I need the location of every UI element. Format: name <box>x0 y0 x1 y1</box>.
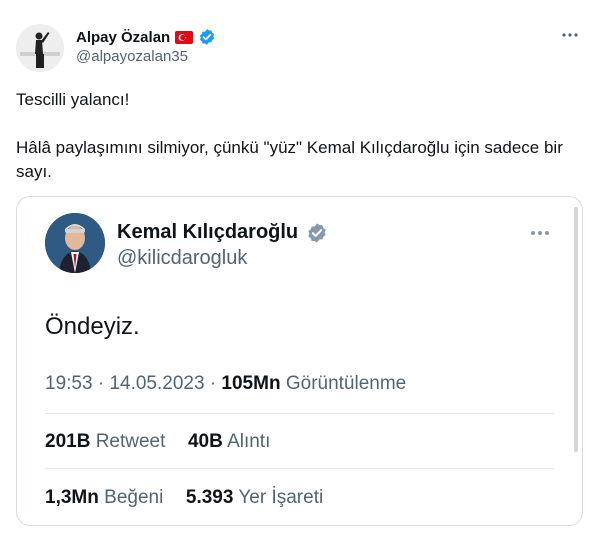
quoted-author-avatar <box>45 213 105 273</box>
quote-count: 40B <box>187 431 223 452</box>
bookmark-count: 5.393 <box>185 487 234 508</box>
quoted-author-handle: @kilicdarogluk <box>117 247 248 269</box>
author-handle[interactable]: @alpayozalan35 <box>76 48 188 65</box>
quoted-time: 19:53 <box>45 373 93 394</box>
verified-badge-icon <box>198 28 216 46</box>
views-count: 105Mn <box>221 373 281 394</box>
more-options-icon[interactable] <box>560 28 580 42</box>
divider <box>45 413 554 414</box>
tweet-text: Tescilli yalancı! Hâlâ paylaşımını silmi… <box>16 88 580 184</box>
quoted-tweet-text: Öndeyiz. <box>45 313 140 340</box>
author-name[interactable]: Alpay Özalan <box>76 29 170 46</box>
tweet-text-line: Tescilli yalancı! <box>16 90 130 109</box>
like-count: 1,3Mn <box>45 487 99 508</box>
scrollbar <box>574 207 578 452</box>
quoted-tweet-image[interactable]: Kemal Kılıçdaroğlu @kilicdarogluk Öndeyi… <box>16 196 583 526</box>
retweet-label: Retweet <box>95 431 166 452</box>
tweet-text-line: Hâlâ paylaşımını silmiyor, çünkü "yüz" K… <box>16 138 563 181</box>
more-options-icon <box>528 225 552 241</box>
author-avatar[interactable] <box>16 24 64 72</box>
author-name-row: Alpay Özalan <box>76 28 216 46</box>
views-label: Görüntülenme <box>285 373 407 394</box>
bookmark-label: Yer İşareti <box>238 487 324 508</box>
like-stats-row: 1,3Mn Beğeni 5.393 Yer İşareti <box>45 487 323 509</box>
retweet-count: 201B <box>45 431 91 452</box>
turkey-flag-icon <box>175 30 194 44</box>
quoted-author-name: Kemal Kılıçdaroğlu <box>117 221 299 243</box>
verified-badge-icon <box>306 222 328 244</box>
tweet: Alpay Özalan @alpayozalan35 Tescilli yal… <box>0 0 596 537</box>
like-label: Beğeni <box>104 487 164 508</box>
quoted-date: 14.05.2023 <box>109 373 205 394</box>
quoted-name-row: Kemal Kılıçdaroğlu <box>117 221 328 244</box>
divider <box>45 468 554 469</box>
quote-label: Alıntı <box>227 431 271 452</box>
quoted-tweet-meta: 19:53 · 14.05.2023 · 105Mn Görüntülenme <box>45 373 407 394</box>
retweet-stats-row: 201B Retweet 40B Alıntı <box>45 431 270 453</box>
